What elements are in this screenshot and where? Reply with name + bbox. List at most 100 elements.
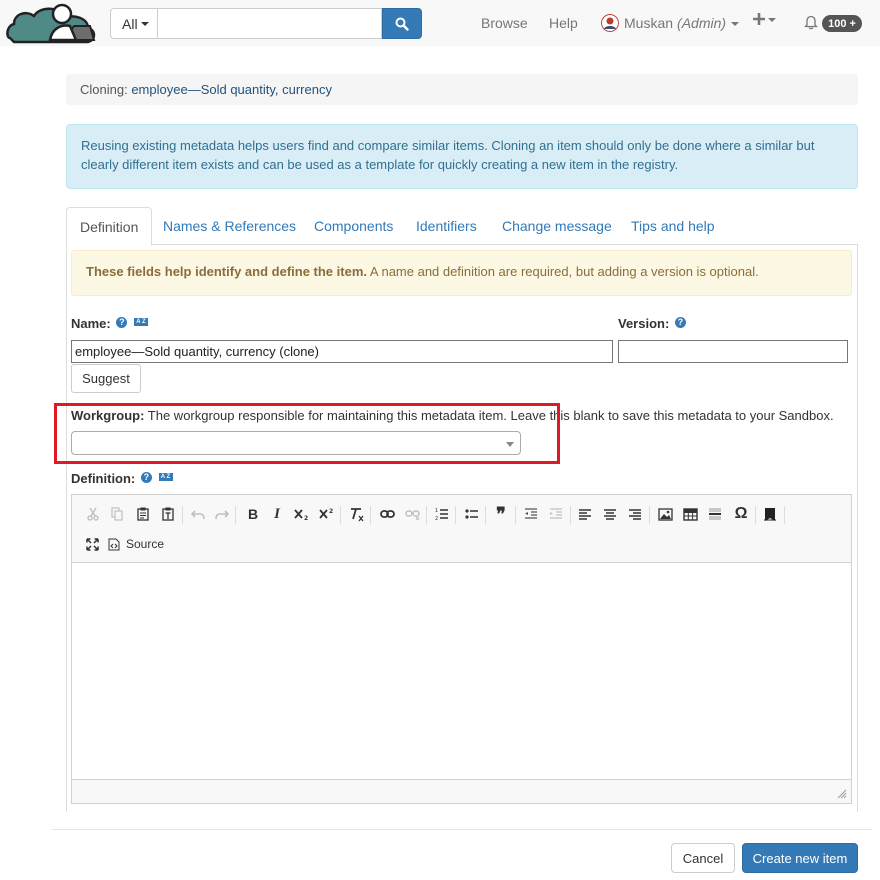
source-code-icon — [108, 538, 120, 550]
warning-alert: These fields help identify and define th… — [71, 250, 852, 296]
help-icon[interactable]: ? — [116, 317, 128, 328]
version-field[interactable] — [618, 340, 848, 363]
toolbar-separator — [755, 506, 756, 524]
toolbar-separator — [235, 506, 236, 524]
toolbar-separator — [340, 506, 341, 524]
tab-names-references[interactable]: Names & References — [163, 207, 296, 245]
search-input[interactable] — [158, 8, 382, 39]
link-icon[interactable] — [376, 503, 398, 525]
align-center-icon[interactable] — [599, 503, 621, 525]
editor-status-bar — [72, 779, 851, 803]
add-menu-button[interactable] — [752, 12, 776, 26]
numbered-list-icon[interactable]: 12 — [431, 503, 453, 525]
highlight-box — [54, 403, 560, 464]
create-new-item-button[interactable]: Create new item — [742, 843, 858, 873]
paste-icon[interactable] — [132, 503, 154, 525]
toolbar-separator — [784, 506, 785, 524]
subscript-icon[interactable]: 2 — [291, 503, 313, 525]
source-button[interactable]: Source — [108, 533, 164, 555]
toolbar-separator — [485, 506, 486, 524]
definition-label-text: Definition: — [71, 471, 136, 486]
search-icon — [395, 17, 409, 31]
toolbar-separator — [570, 506, 571, 524]
tab-change-message[interactable]: Change message — [502, 207, 612, 245]
definition-editor[interactable]: B I 2 2 12 ❞ Ω Source — [71, 494, 852, 804]
maximize-icon[interactable] — [81, 533, 103, 555]
definition-label: Definition: ? A Z — [71, 471, 173, 486]
source-label: Source — [126, 537, 165, 551]
tab-definition[interactable]: Definition — [66, 207, 153, 246]
user-name: Muskan — [624, 15, 674, 31]
chevron-down-icon — [731, 21, 740, 26]
version-label: Version: ? — [618, 316, 686, 331]
svg-text:2: 2 — [435, 516, 438, 521]
toolbar-separator — [455, 506, 456, 524]
toolbar-separator — [426, 506, 427, 524]
notifications-badge[interactable]: 100 + — [822, 15, 862, 32]
bulleted-list-icon[interactable] — [461, 503, 483, 525]
name-label: Name: ? A Z — [71, 316, 148, 331]
version-label-text: Version: — [618, 316, 670, 331]
help-icon[interactable]: ? — [674, 317, 686, 328]
chevron-down-icon — [140, 22, 149, 26]
suggest-button[interactable]: Suggest — [71, 364, 141, 393]
remove-format-icon[interactable] — [346, 503, 368, 525]
bold-icon[interactable]: B — [242, 503, 264, 525]
bell-icon[interactable] — [804, 14, 818, 30]
editor-toolbar: B I 2 2 12 ❞ Ω Source — [72, 495, 851, 563]
navbar: All Browse Help Muskan (Admin) 100 + — [0, 0, 880, 46]
copy-icon[interactable] — [106, 503, 128, 525]
search-button[interactable] — [382, 8, 422, 39]
toolbar-separator — [182, 506, 183, 524]
nav-browse-link[interactable]: Browse — [481, 15, 528, 31]
tab-components[interactable]: Components — [314, 207, 393, 245]
unlink-icon[interactable] — [401, 503, 423, 525]
warning-text: A name and definition are required, but … — [367, 264, 759, 279]
spellcheck-icon[interactable]: A Z — [158, 473, 173, 481]
cancel-button[interactable]: Cancel — [671, 843, 735, 873]
decrease-indent-icon[interactable] — [520, 503, 542, 525]
bookmark-icon[interactable] — [759, 503, 781, 525]
increase-indent-icon[interactable] — [545, 503, 567, 525]
horizontal-rule-icon[interactable] — [704, 503, 726, 525]
undo-icon[interactable] — [187, 503, 209, 525]
toolbar-separator — [649, 506, 650, 524]
resize-handle-icon[interactable] — [837, 789, 847, 799]
breadcrumb-prefix: Cloning: — [80, 82, 128, 97]
svg-text:1: 1 — [435, 508, 438, 514]
image-icon[interactable] — [654, 503, 676, 525]
help-icon[interactable]: ? — [140, 472, 152, 483]
special-character-icon[interactable]: Ω — [730, 503, 752, 525]
search-group: All — [110, 8, 422, 39]
toolbar-separator — [515, 506, 516, 524]
table-icon[interactable] — [679, 503, 701, 525]
cut-icon[interactable] — [82, 503, 104, 525]
search-scope-dropdown[interactable]: All — [110, 8, 158, 39]
plus-icon — [753, 13, 765, 25]
avatar — [601, 14, 619, 32]
footer-divider — [52, 829, 872, 830]
tab-bar: Definition Names & References Components… — [66, 207, 858, 246]
tab-tips-help[interactable]: Tips and help — [631, 207, 715, 245]
superscript-icon[interactable]: 2 — [316, 503, 338, 525]
toolbar-separator — [370, 506, 371, 524]
name-field[interactable]: employee—Sold quantity, currency (clone) — [71, 340, 613, 363]
user-role: (Admin) — [677, 15, 727, 31]
app-logo-icon[interactable] — [4, 2, 98, 46]
breadcrumb: Cloning: employee—Sold quantity, currenc… — [66, 74, 858, 105]
tab-identifiers[interactable]: Identifiers — [416, 207, 477, 245]
paste-text-icon[interactable] — [157, 503, 179, 525]
nav-help-link[interactable]: Help — [549, 15, 578, 31]
warning-bold-text: These fields help identify and define th… — [86, 264, 367, 279]
blockquote-icon[interactable]: ❞ — [490, 503, 512, 525]
italic-icon[interactable]: I — [266, 503, 288, 525]
align-left-icon[interactable] — [574, 503, 596, 525]
breadcrumb-item-link[interactable]: employee—Sold quantity, currency — [131, 82, 332, 97]
spellcheck-icon[interactable]: A Z — [134, 318, 148, 326]
info-alert: Reusing existing metadata helps users fi… — [66, 124, 858, 189]
user-menu[interactable]: Muskan (Admin) — [601, 14, 740, 32]
align-right-icon[interactable] — [624, 503, 646, 525]
svg-text:2: 2 — [329, 508, 333, 515]
redo-icon[interactable] — [211, 503, 233, 525]
chevron-down-icon — [768, 17, 776, 22]
